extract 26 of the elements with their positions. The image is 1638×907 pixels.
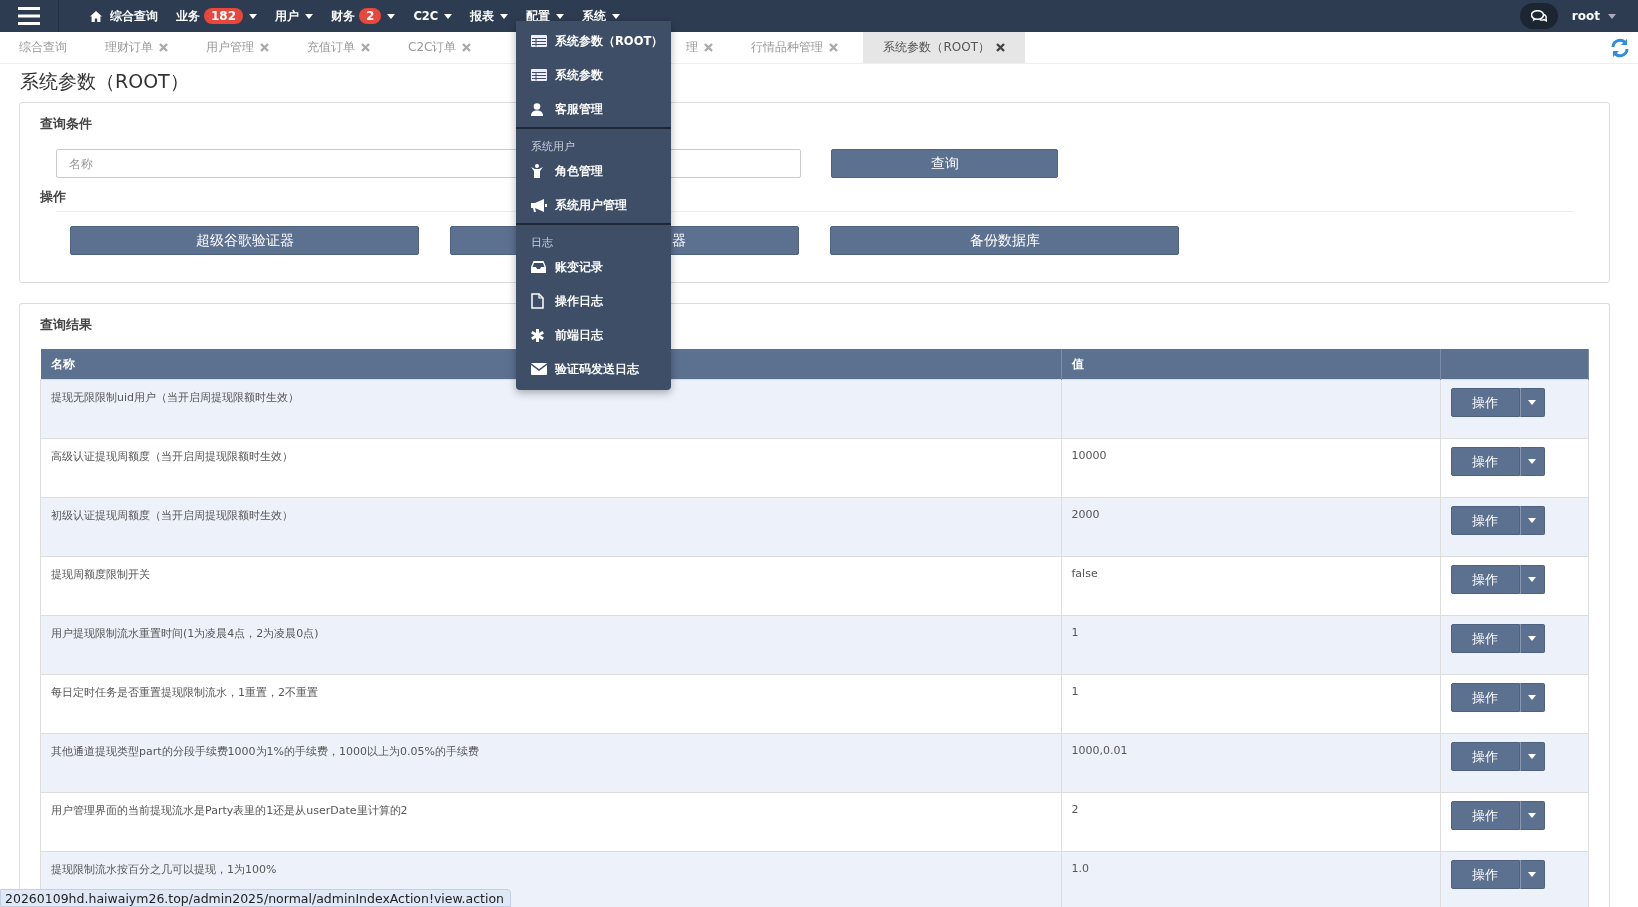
table-cell: 用户管理界面的当前提现流水是Party表里的1还是从userDate里计算的2 — [51, 804, 408, 817]
table-cell: 初级认证提现周额度（当开启周提现限额时生效） — [51, 509, 293, 522]
count-badge: 182 — [204, 8, 244, 24]
table-cell: 其他通道提现类型part的分段手续费1000为1%的手续费，1000以上为0.05%的手续费 — [51, 745, 479, 758]
count-badge: 2 — [359, 8, 382, 24]
table-cell: 提现周额度限制开关 — [51, 568, 150, 581]
section-title: 查询条件 — [40, 115, 92, 133]
page-title: 系统参数（ROOT） — [20, 69, 189, 94]
table-cell: 每日定时任务是否重置提现限制流水，1重置，2不重置 — [51, 686, 318, 699]
table-cell: 用户提现限制流水重置时间(1为凌晨4点，2为凌晨0点) — [51, 627, 319, 640]
table-cell: false — [1071, 567, 1098, 580]
table-cell: 高级认证提现周额度（当开启周提现限额时生效） — [51, 450, 293, 463]
table-cell: 1.0 — [1071, 862, 1089, 875]
table-cell: 2000 — [1071, 508, 1100, 521]
status-bar-url: 20260109hd.haiwaiym26.top/admin2025/normal/adminIndexAction!view.action — [0, 889, 512, 907]
table-cell: 1000,0.01 — [1071, 744, 1128, 757]
section-title: 查询结果 — [40, 316, 92, 334]
section-title: 操作 — [40, 188, 66, 206]
table-cell: 1 — [1071, 626, 1079, 639]
table-cell: 1 — [1071, 685, 1079, 698]
menu-section-header: 日志 — [530, 235, 554, 250]
column-header: 值 — [1061, 349, 1440, 380]
table-cell: 2 — [1071, 803, 1079, 816]
table-cell: 提现无限限制uid用户（当开启周提现限额时生效） — [51, 391, 299, 404]
table-cell: 10000 — [1071, 449, 1107, 462]
table-cell: 提现限制流水按百分之几可以提现，1为100% — [51, 863, 277, 876]
